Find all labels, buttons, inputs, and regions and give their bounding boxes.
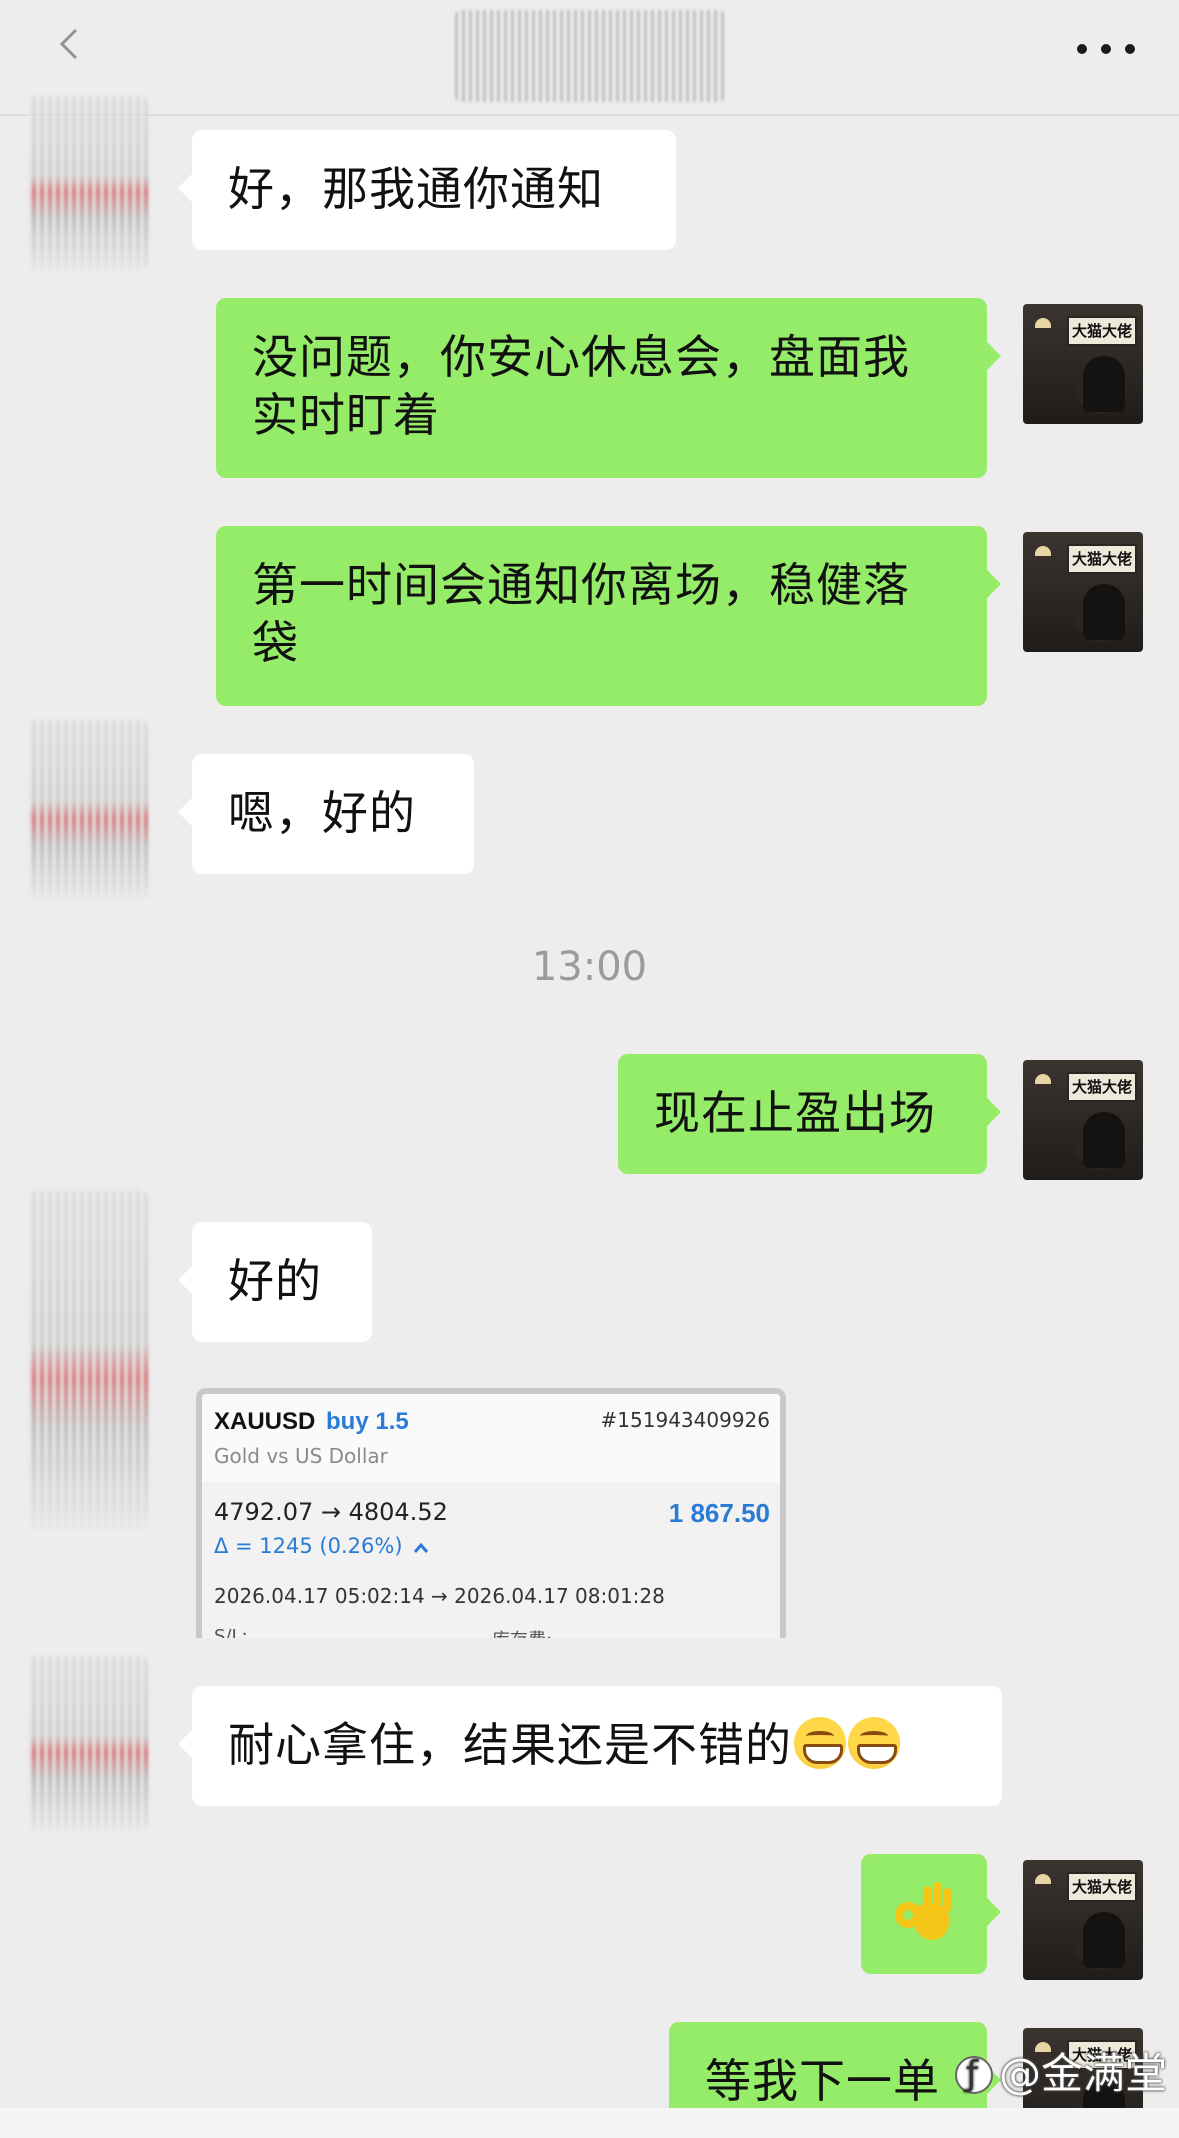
trade-times: 2026.04.17 05:02:14 → 2026.04.17 08:01:2… [214,1584,665,1608]
contact-avatar[interactable] [28,720,148,900]
symbol-text: XAUUSD [214,1408,316,1435]
profit-value: 1 867.50 [668,1498,770,1528]
contact-avatar[interactable] [28,1190,148,1530]
message-bubble-outgoing [861,1854,1001,1974]
my-avatar[interactable]: 大猫大佬 [1023,1060,1143,1180]
my-avatar[interactable]: 大猫大佬 [1023,1860,1143,1980]
message-text: 耐心拿住，结果还是不错的 [228,1718,792,1772]
chat-header [0,0,1179,116]
my-avatar[interactable]: 大猫大佬 [1023,304,1143,424]
message-bubble-incoming: 嗯，好的 [178,754,474,874]
chat-title-blurred [455,10,725,102]
grinning-face-icon [848,1717,900,1769]
message-bubble-incoming: 耐心拿住，结果还是不错的 [178,1686,1002,1806]
message-bubble-incoming: 好，那我通你通知 [178,130,676,250]
platform-logo-icon [954,2054,993,2094]
instrument-description: Gold vs US Dollar [214,1444,388,1468]
trade-symbol: XAUUSD buy 1.5 [214,1408,409,1436]
delta-text: Δ = 1245 (0.26%) [214,1534,403,1558]
chat-timestamp: 13:00 [531,944,648,990]
input-bar-edge [0,2108,1179,2138]
price-delta: Δ = 1245 (0.26%) [214,1534,429,1558]
message-bubble-incoming: 好的 [178,1222,372,1342]
ticket-number: #151943409926 [600,1408,770,1432]
sl-label: S/L: [214,1626,248,1638]
contact-avatar[interactable] [28,1656,148,1832]
watermark: @金满堂 [954,2040,1167,2101]
my-avatar[interactable]: 大猫大佬 [1023,532,1143,652]
avatar-sign: 大猫大佬 [1067,544,1137,574]
message-bubble-outgoing: 现在止盈出场 [618,1054,1001,1174]
swap-label: 库存费: [492,1626,552,1638]
trade-screenshot-card[interactable]: XAUUSD buy 1.5 #151943409926 Gold vs US … [196,1388,786,1638]
chevron-left-icon[interactable] [52,26,88,62]
watermark-text: @金满堂 [998,2049,1167,2098]
ok-hand-icon [893,1882,955,1944]
message-bubble-outgoing: 没问题，你安心休息会，盘面我实时盯着 [216,298,1001,478]
open-close-prices: 4792.07 → 4804.52 [214,1498,448,1526]
grinning-face-icon [794,1717,846,1769]
trade-card-header: XAUUSD buy 1.5 #151943409926 Gold vs US … [202,1394,780,1482]
chevron-up-icon [414,1542,429,1553]
avatar-sign: 大猫大佬 [1067,1872,1137,1902]
contact-avatar[interactable] [28,96,148,271]
avatar-sign: 大猫大佬 [1067,1072,1137,1102]
message-bubble-outgoing: 第一时间会通知你离场，稳健落袋 [216,526,1001,706]
trade-side: buy 1.5 [326,1408,409,1435]
ellipsis-icon[interactable] [1077,36,1137,62]
avatar-sign: 大猫大佬 [1067,316,1137,346]
